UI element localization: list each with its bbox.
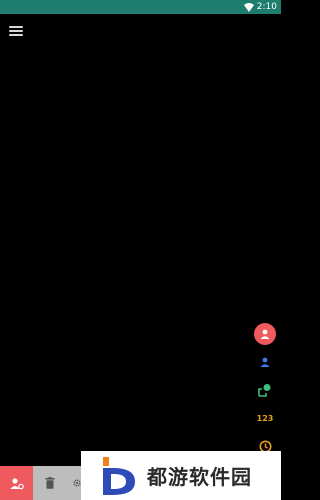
delete-button[interactable] — [33, 466, 66, 500]
watermark: 都游软件园 — [81, 451, 281, 500]
rail-item-person[interactable] — [254, 323, 276, 345]
person-outline-icon — [260, 357, 270, 367]
numbers-label: 123 — [256, 413, 274, 423]
person-settings-button[interactable] — [0, 466, 33, 500]
status-time: 2:10 — [256, 2, 277, 12]
status-bar: 2:10 — [0, 0, 281, 14]
settings-button[interactable] — [66, 466, 81, 500]
menu-button[interactable] — [9, 24, 23, 38]
watermark-text: 都游软件园 — [147, 465, 252, 489]
wifi-icon — [243, 2, 254, 12]
watermark-logo-icon — [103, 456, 135, 495]
rail-item-numbers[interactable]: 123 — [254, 407, 276, 429]
group-icon — [258, 384, 271, 397]
rail-item-person-outline[interactable] — [254, 351, 276, 373]
gear-icon — [73, 479, 81, 487]
rail-item-group[interactable] — [254, 379, 276, 401]
person-settings-icon — [10, 477, 24, 489]
trash-icon — [45, 477, 54, 489]
right-rail: 123 — [249, 318, 281, 458]
person-icon — [260, 329, 270, 339]
menu-icon — [9, 26, 23, 28]
